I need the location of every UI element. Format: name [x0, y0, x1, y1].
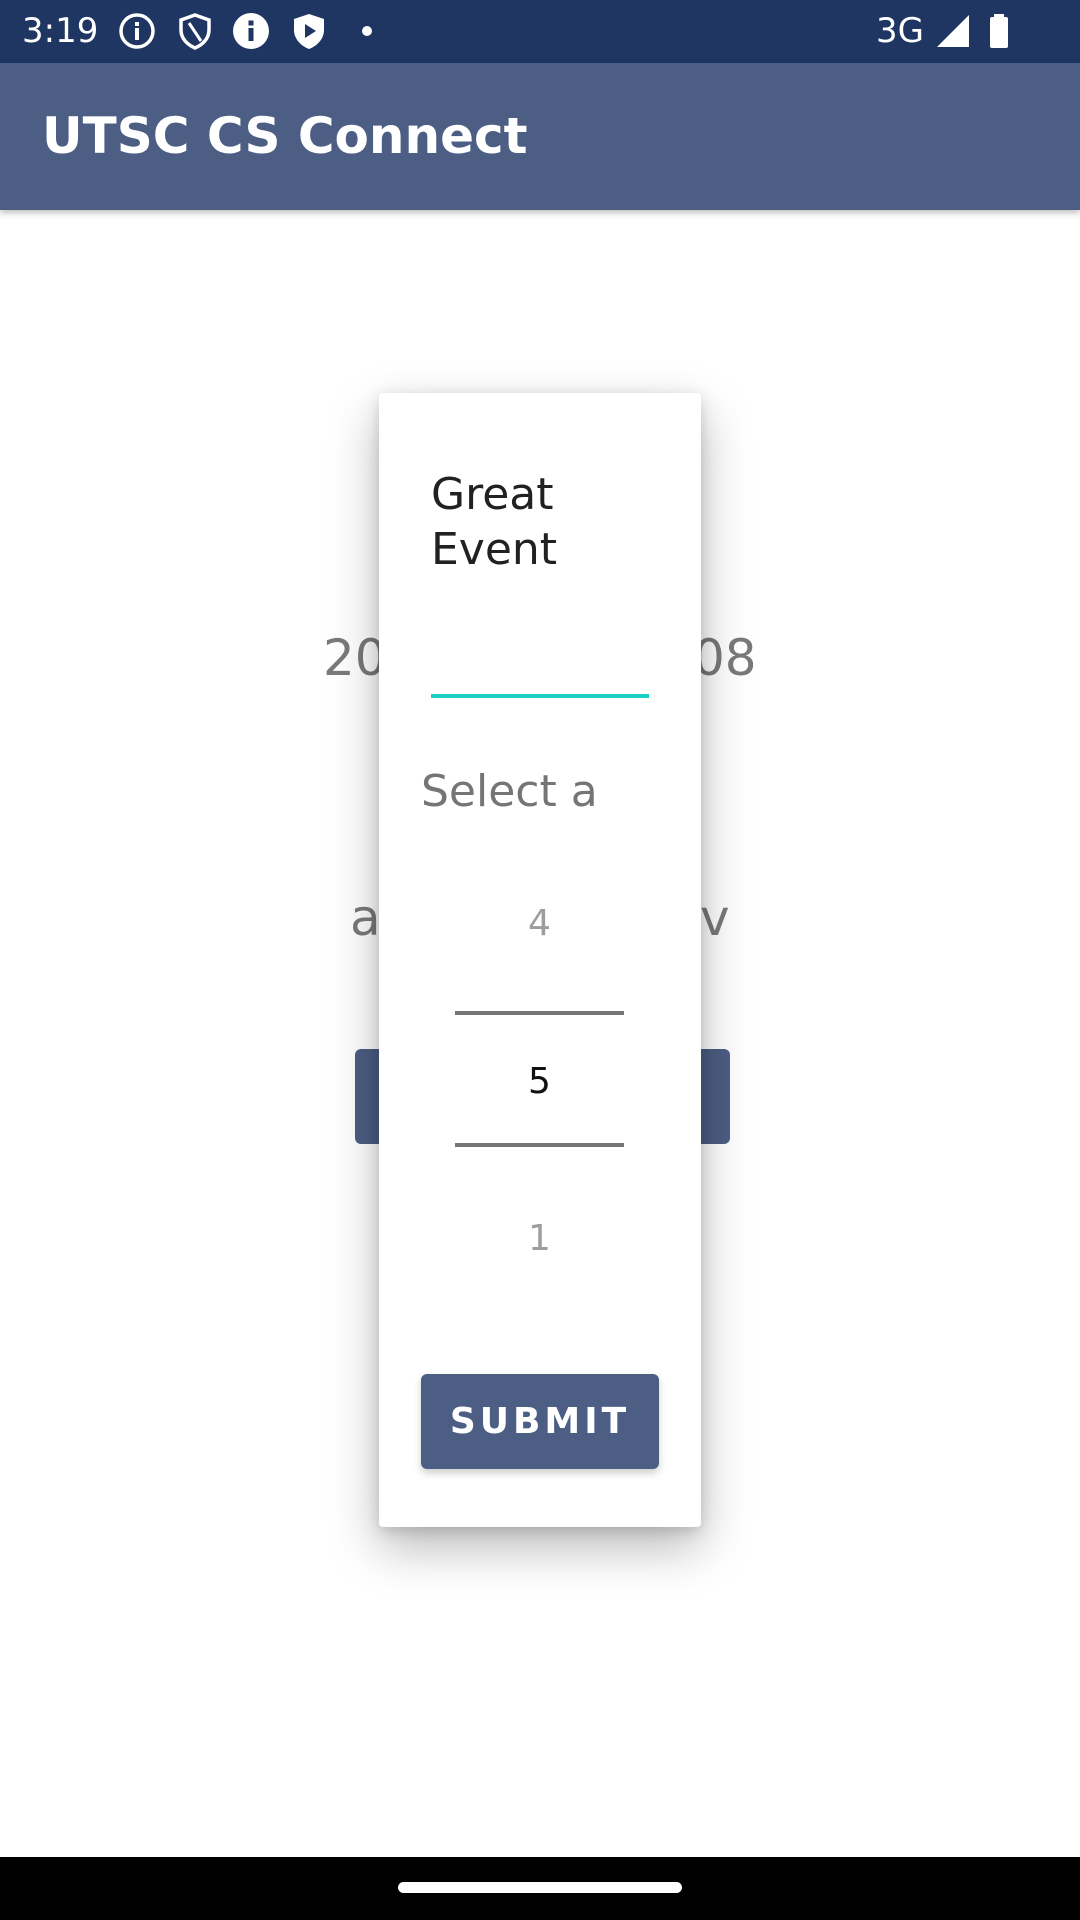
background-text-left: a: [350, 889, 381, 947]
network-type: 3G: [876, 11, 924, 51]
dot-icon: [356, 12, 394, 50]
background-text-right: v: [700, 889, 730, 947]
app-title: UTSC CS Connect: [42, 107, 528, 165]
picker-divider-top: [455, 1011, 624, 1015]
submit-button[interactable]: SUBMIT: [421, 1374, 659, 1469]
picker-item-above[interactable]: 4: [455, 902, 624, 946]
date-text-right: 08: [693, 629, 757, 687]
signal-icon: [934, 12, 972, 50]
picker-item-below[interactable]: 1: [455, 1217, 624, 1261]
picker-divider-bottom: [455, 1143, 624, 1147]
status-time: 3:19: [22, 11, 99, 51]
info-filled-icon: [232, 12, 270, 50]
app-bar: UTSC CS Connect: [0, 63, 1080, 210]
status-bar: 3:19 3G: [0, 0, 1080, 63]
home-gesture-handle[interactable]: [398, 1882, 682, 1893]
navigation-bar: [0, 1857, 1080, 1920]
date-text-left: 20: [323, 629, 387, 687]
play-shield-icon: [290, 12, 328, 50]
battery-icon: [980, 12, 1018, 50]
info-icon: [118, 12, 156, 50]
event-dialog: Great Event: [379, 393, 701, 1527]
select-label: Select a: [421, 766, 598, 817]
event-input-field[interactable]: [431, 620, 649, 698]
dialog-title: Great Event: [431, 469, 558, 575]
shield-icon: [176, 12, 214, 50]
screen: 3:19 3G UTSC CS Connect 20 08 a v Great …: [0, 0, 1080, 1920]
picker-item-selected[interactable]: 5: [455, 1060, 624, 1104]
